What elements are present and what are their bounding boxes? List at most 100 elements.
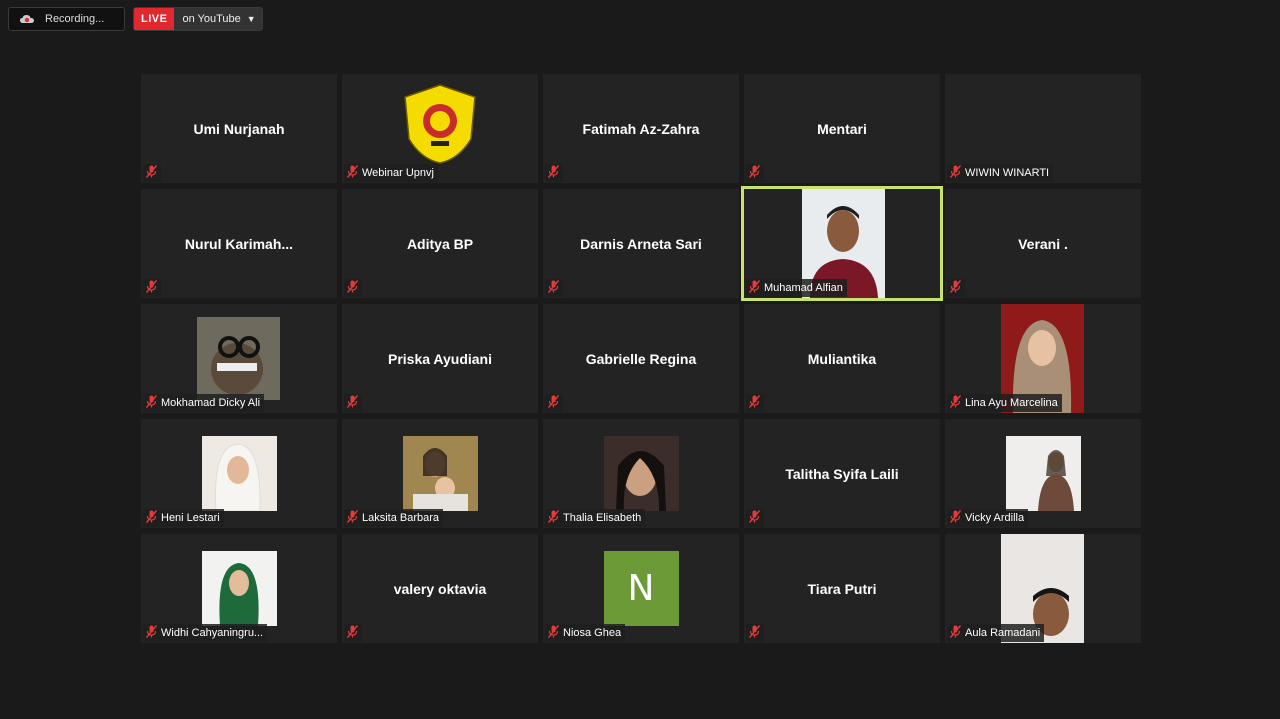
participant-tile[interactable]: Aula Ramadani xyxy=(945,534,1141,643)
participant-tile[interactable]: Fatimah Az-Zahra xyxy=(543,74,739,183)
participant-name-footer: WIWIN WINARTI xyxy=(947,164,1054,182)
participant-name-label: Widhi Cahyaningru... xyxy=(161,627,264,639)
participant-tile[interactable]: valery oktavia xyxy=(342,534,538,643)
mic-muted-icon xyxy=(346,625,359,641)
mic-muted-icon xyxy=(748,280,761,296)
live-stream-button[interactable]: LIVE on YouTube ▼ xyxy=(133,7,263,31)
participant-display-name: Talitha Syifa Laili xyxy=(785,465,899,482)
mic-muted-icon xyxy=(346,395,359,411)
participant-name-label: Vicky Ardilla xyxy=(965,512,1025,524)
participant-name-label: WIWIN WINARTI xyxy=(965,167,1050,179)
participant-name-footer xyxy=(545,394,563,412)
mic-muted-icon xyxy=(949,395,962,411)
participant-display-name: Priska Ayudiani xyxy=(387,350,492,367)
participant-display-name: Umi Nurjanah xyxy=(193,120,285,137)
participant-tile[interactable]: Widhi Cahyaningru... xyxy=(141,534,337,643)
participant-name-footer xyxy=(344,624,362,642)
participant-display-name: Gabrielle Regina xyxy=(585,350,697,367)
top-bar: Recording... LIVE on YouTube ▼ xyxy=(8,7,263,31)
participant-tile[interactable]: Tiara Putri xyxy=(744,534,940,643)
participant-name-label: Webinar Upnvj xyxy=(362,167,434,179)
participant-name-label: Lina Ayu Marcelina xyxy=(965,397,1058,409)
participant-name-footer: Lina Ayu Marcelina xyxy=(947,394,1062,412)
participant-display-name: Fatimah Az-Zahra xyxy=(582,120,700,137)
participant-display-name: Nurul Karimah... xyxy=(184,235,294,252)
participant-name-footer xyxy=(344,279,362,297)
mic-muted-icon xyxy=(547,280,560,296)
participant-name-label: Thalia Elisabeth xyxy=(563,512,642,524)
mic-muted-icon xyxy=(949,280,962,296)
participant-name-label: Aula Ramadani xyxy=(965,627,1041,639)
participant-name-footer: Laksita Barbara xyxy=(344,509,444,527)
mic-muted-icon xyxy=(748,625,761,641)
participant-photo xyxy=(1006,436,1081,511)
participant-tile[interactable]: Talitha Syifa Laili xyxy=(744,419,940,528)
participant-name-footer xyxy=(746,509,764,527)
participant-name-footer xyxy=(947,279,965,297)
participant-name-footer: Webinar Upnvj xyxy=(344,164,438,182)
university-logo xyxy=(404,83,476,164)
participant-tile[interactable]: Verani . xyxy=(945,189,1141,298)
participant-photo xyxy=(604,436,679,511)
participant-tile[interactable]: Muliantika xyxy=(744,304,940,413)
cloud-record-icon xyxy=(20,15,34,23)
participant-display-name: Aditya BP xyxy=(406,235,474,252)
participant-tile[interactable]: Webinar Upnvj xyxy=(342,74,538,183)
participant-avatar-letter: N xyxy=(603,551,679,626)
participant-tile[interactable]: Laksita Barbara xyxy=(342,419,538,528)
participant-name-footer: Vicky Ardilla xyxy=(947,509,1029,527)
recording-indicator[interactable]: Recording... xyxy=(8,7,125,31)
mic-muted-icon xyxy=(748,165,761,181)
participant-tile-active-speaker[interactable]: Muhamad Alfian xyxy=(741,186,943,301)
participant-tile[interactable]: Thalia Elisabeth xyxy=(543,419,739,528)
participant-name-label: Heni Lestari xyxy=(161,512,220,524)
mic-muted-icon xyxy=(949,165,962,181)
participant-tile[interactable]: Mokhamad Dicky Ali xyxy=(141,304,337,413)
mic-muted-icon xyxy=(145,510,158,526)
mic-muted-icon xyxy=(346,280,359,296)
chevron-down-icon[interactable]: ▼ xyxy=(247,14,262,24)
participant-name-footer xyxy=(545,164,563,182)
participant-tile[interactable]: Mentari xyxy=(744,74,940,183)
participant-tile[interactable]: Gabrielle Regina xyxy=(543,304,739,413)
mic-muted-icon xyxy=(547,625,560,641)
participant-name-label: Niosa Ghea xyxy=(563,627,622,639)
mic-muted-icon xyxy=(949,510,962,526)
participant-name-footer xyxy=(143,279,161,297)
mic-muted-icon xyxy=(145,280,158,296)
participant-display-name: Muliantika xyxy=(807,350,877,367)
mic-muted-icon xyxy=(547,510,560,526)
participant-display-name: Verani . xyxy=(1018,235,1068,252)
participant-display-name: Tiara Putri xyxy=(807,580,877,597)
participant-name-footer: Muhamad Alfian xyxy=(746,279,847,297)
participant-name-footer xyxy=(746,394,764,412)
participant-tile[interactable]: Lina Ayu Marcelina xyxy=(945,304,1141,413)
participant-photo xyxy=(202,551,277,626)
participant-tile[interactable]: Priska Ayudiani xyxy=(342,304,538,413)
mic-muted-icon xyxy=(145,625,158,641)
participant-name-footer: Aula Ramadani xyxy=(947,624,1045,642)
participant-tile[interactable]: Nurul Karimah... xyxy=(141,189,337,298)
participant-tile[interactable]: WIWIN WINARTI xyxy=(945,74,1141,183)
participant-tile[interactable]: Heni Lestari xyxy=(141,419,337,528)
live-badge: LIVE xyxy=(134,8,175,30)
mic-muted-icon xyxy=(547,165,560,181)
participant-tile[interactable]: Aditya BP xyxy=(342,189,538,298)
participant-name-footer xyxy=(143,164,161,182)
mic-muted-icon xyxy=(145,165,158,181)
mic-muted-icon xyxy=(748,510,761,526)
participant-tile[interactable]: Umi Nurjanah xyxy=(141,74,337,183)
gallery-grid: Umi Nurjanah Webinar Upnvj Fatimah Az-Zahr… xyxy=(141,74,1141,643)
mic-muted-icon xyxy=(949,625,962,641)
participant-tile[interactable]: N Niosa Ghea xyxy=(543,534,739,643)
live-destination: on YouTube xyxy=(182,13,241,25)
participant-photo xyxy=(202,436,277,511)
participant-name-footer: Widhi Cahyaningru... xyxy=(143,624,268,642)
participant-name-footer xyxy=(746,624,764,642)
participant-tile[interactable]: Vicky Ardilla xyxy=(945,419,1141,528)
participant-name-footer xyxy=(344,394,362,412)
mic-muted-icon xyxy=(748,395,761,411)
participant-display-name: Mentari xyxy=(817,120,867,137)
participant-name-footer: Niosa Ghea xyxy=(545,624,626,642)
participant-tile[interactable]: Darnis Arneta Sari xyxy=(543,189,739,298)
